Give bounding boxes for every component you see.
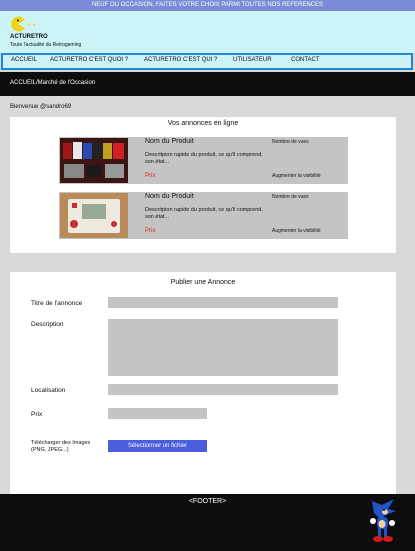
nav-item-contact[interactable]: CONTACT (291, 57, 320, 63)
product-price: Prix (145, 228, 156, 234)
sonic-mascot-icon (370, 499, 396, 542)
nav-item-qui[interactable]: ACTURETRO C'EST QUI ? (144, 57, 217, 63)
ad-card[interactable]: Nom du Produit Descritpion rapide du pro… (59, 192, 348, 239)
ad-title-input[interactable] (108, 297, 338, 308)
product-description: Descritpion rapide du produit, ce qu'il … (145, 152, 263, 165)
nav-item-quoi[interactable]: ACTURETRO C'EST QUOI ? (50, 57, 128, 63)
product-price: Prix (145, 173, 156, 179)
ad-title-label: Titre de l'annonce (31, 300, 83, 307)
product-image[interactable] (60, 193, 128, 238)
product-description: Descritpion rapide du produit, ce qu'il … (145, 207, 263, 220)
site-name[interactable]: ACTURETRO (10, 34, 48, 40)
ad-card[interactable]: Nom du Produit Descritpion rapide du pro… (59, 137, 348, 184)
breadcrumb-text[interactable]: ACCUEIL/Marché de l'Occasion (10, 80, 95, 86)
breadcrumb: ACCUEIL/Marché de l'Occasion (0, 72, 415, 96)
boost-visibility-link[interactable]: Augmenter la visibilité (272, 228, 321, 234)
nav-item-utilisateur[interactable]: UTILISATEUR (233, 57, 272, 63)
product-name[interactable]: Nom du Produit (145, 193, 194, 200)
price-input[interactable] (108, 408, 207, 419)
pellet-icon (28, 23, 35, 26)
footer-label: <FOOTER> (188, 498, 227, 505)
view-count: Nombre de vues (272, 139, 309, 145)
location-label: Localisation (31, 387, 66, 394)
publish-form-title: Publier une Annonce (170, 279, 236, 286)
site-header: ACTURETRO Toute l'actualité du Retrogami… (0, 11, 415, 53)
my-ads-title: Vos annonces en ligne (167, 120, 239, 127)
upload-label: Télécharger des Images (PNG, JPEG...) (31, 440, 91, 453)
promo-banner: NEUF OU OCCASION, FAITES VOTRE CHOIX PAR… (0, 0, 415, 11)
site-tagline: Toute l'actualité du Retrogaming (10, 42, 82, 48)
boost-visibility-link[interactable]: Augmenter la visibilité (272, 173, 321, 179)
location-input[interactable] (108, 384, 338, 395)
welcome-message: Bienvenue @sandro69 (10, 104, 72, 110)
price-label: Prix (31, 411, 43, 418)
promo-text: NEUF OU OCCASION, FAITES VOTRE CHOIX PAR… (91, 2, 324, 8)
nav-item-accueil[interactable]: ACCUEIL (11, 57, 37, 63)
product-name[interactable]: Nom du Produit (145, 138, 194, 145)
main-nav: ACCUEIL ACTURETRO C'EST QUOI ? ACTURETRO… (1, 53, 413, 70)
my-ads-panel: Vos annonces en ligne Nom du Produit Des… (10, 117, 396, 253)
view-count: Nombre de vues (272, 194, 309, 200)
select-file-button[interactable]: Sélectionner un fichier (108, 440, 207, 452)
pacman-icon[interactable] (10, 16, 26, 32)
site-footer: <FOOTER> (0, 494, 415, 551)
description-label: Description (31, 321, 64, 328)
product-image[interactable] (60, 138, 128, 183)
publish-ad-form: Publier une Annonce Titre de l'annonce D… (10, 272, 396, 494)
description-input[interactable] (108, 319, 338, 376)
